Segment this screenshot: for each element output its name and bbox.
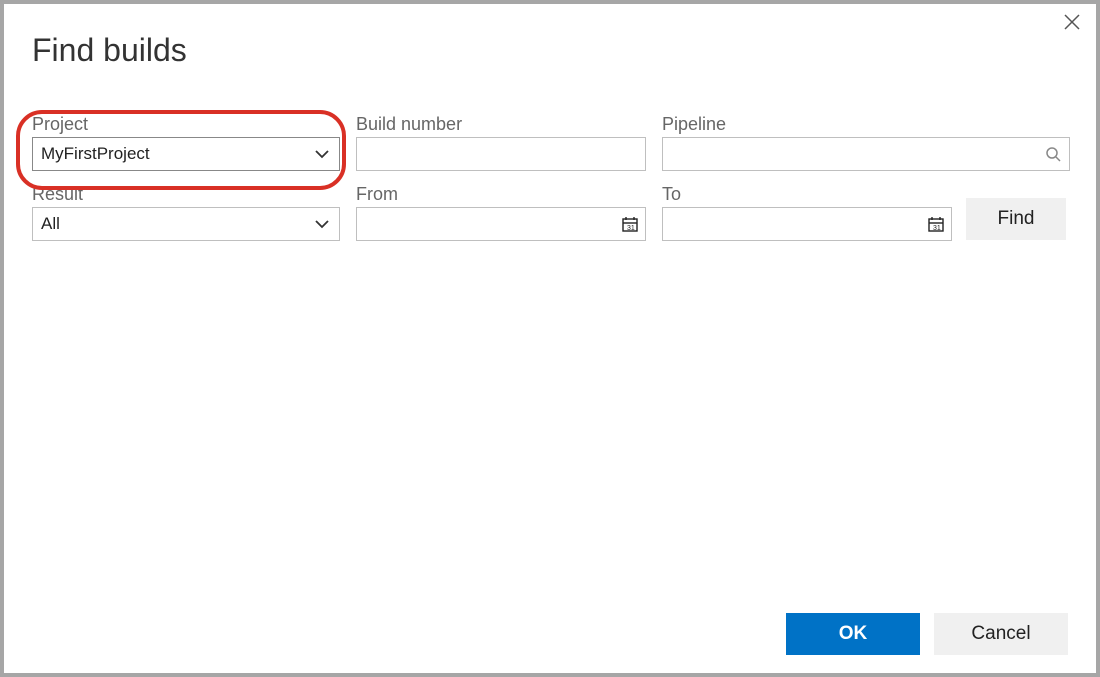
from-date-input[interactable]: 31 xyxy=(356,207,646,241)
calendar-icon: 31 xyxy=(927,215,945,233)
build-number-field-group: Build number xyxy=(356,114,646,171)
cancel-button[interactable]: Cancel xyxy=(934,613,1068,655)
project-select[interactable]: MyFirstProject xyxy=(32,137,340,171)
ok-button[interactable]: OK xyxy=(786,613,920,655)
build-number-label: Build number xyxy=(356,114,646,135)
dialog-title: Find builds xyxy=(32,32,187,69)
project-field-group: Project MyFirstProject xyxy=(32,114,340,171)
result-field-group: Result All xyxy=(32,184,340,241)
to-field-group: To 31 xyxy=(662,184,952,241)
project-value: MyFirstProject xyxy=(41,144,150,164)
result-select[interactable]: All xyxy=(32,207,340,241)
find-builds-dialog: Find builds Project MyFirstProject Build… xyxy=(0,0,1100,677)
search-icon xyxy=(1045,146,1061,162)
svg-text:31: 31 xyxy=(627,225,635,232)
calendar-icon: 31 xyxy=(621,215,639,233)
dialog-footer: OK Cancel xyxy=(786,613,1068,655)
close-icon xyxy=(1063,13,1081,36)
chevron-down-icon xyxy=(313,215,331,233)
from-label: From xyxy=(356,184,646,205)
close-button[interactable] xyxy=(1058,10,1086,38)
build-number-input[interactable] xyxy=(356,137,646,171)
pipeline-field-group: Pipeline xyxy=(662,114,1070,171)
find-button[interactable]: Find xyxy=(966,198,1066,240)
svg-text:31: 31 xyxy=(933,225,941,232)
pipeline-label: Pipeline xyxy=(662,114,1070,135)
result-value: All xyxy=(41,214,60,234)
project-label: Project xyxy=(32,114,340,135)
pipeline-input[interactable] xyxy=(662,137,1070,171)
to-date-input[interactable]: 31 xyxy=(662,207,952,241)
find-button-group: Find xyxy=(966,198,1066,240)
chevron-down-icon xyxy=(313,145,331,163)
result-label: Result xyxy=(32,184,340,205)
from-field-group: From 31 xyxy=(356,184,646,241)
to-label: To xyxy=(662,184,952,205)
